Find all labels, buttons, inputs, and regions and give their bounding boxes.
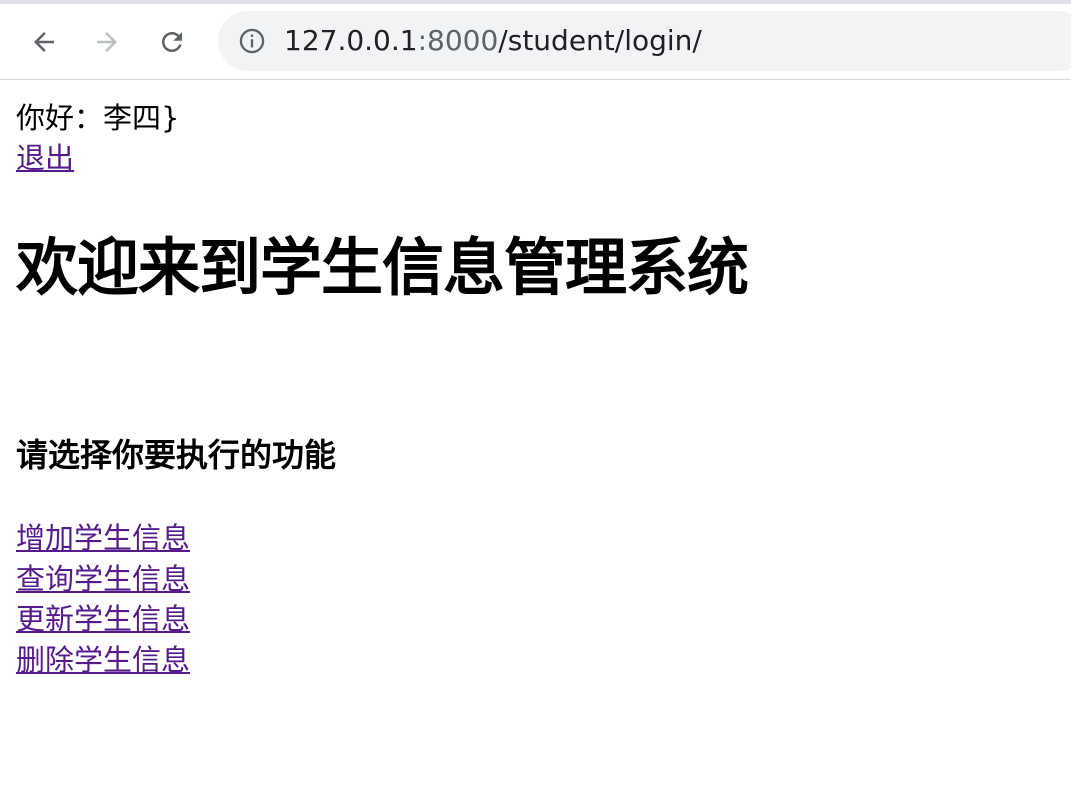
- update-student-link[interactable]: 更新学生信息: [16, 602, 190, 636]
- reload-button[interactable]: [152, 22, 192, 62]
- forward-button[interactable]: [87, 22, 127, 62]
- list-item: 更新学生信息: [16, 599, 190, 640]
- function-prompt: 请选择你要执行的功能: [16, 436, 337, 474]
- url-text[interactable]: 127.0.0.1:8000/student/login/: [284, 24, 702, 58]
- add-student-link[interactable]: 增加学生信息: [16, 521, 190, 555]
- arrow-left-icon: [34, 32, 54, 52]
- logout-link[interactable]: 退出: [16, 138, 74, 178]
- list-item: 查询学生信息: [16, 559, 190, 600]
- address-bar[interactable]: 127.0.0.1:8000/student/login/: [218, 11, 1071, 71]
- reload-icon: [162, 32, 182, 52]
- page-title: 欢迎来到学生信息管理系统: [16, 231, 749, 304]
- arrow-right-icon: [97, 32, 117, 52]
- function-list: 增加学生信息 查询学生信息 更新学生信息 删除学生信息: [16, 518, 190, 680]
- url-host: 127.0.0.1: [284, 24, 418, 57]
- url-path: /student/login/: [498, 24, 702, 57]
- list-item: 删除学生信息: [16, 640, 190, 681]
- delete-student-link[interactable]: 删除学生信息: [16, 643, 190, 677]
- query-student-link[interactable]: 查询学生信息: [16, 562, 190, 596]
- greeting-text: 你好：李四}: [16, 101, 180, 135]
- browser-toolbar: 127.0.0.1:8000/student/login/: [0, 0, 1071, 80]
- info-icon[interactable]: [238, 27, 266, 55]
- list-item: 增加学生信息: [16, 518, 190, 559]
- back-button[interactable]: [24, 22, 64, 62]
- page-content: 你好：李四} 退出 欢迎来到学生信息管理系统 请选择你要执行的功能 增加学生信息…: [16, 98, 1056, 677]
- url-port: :8000: [417, 24, 499, 57]
